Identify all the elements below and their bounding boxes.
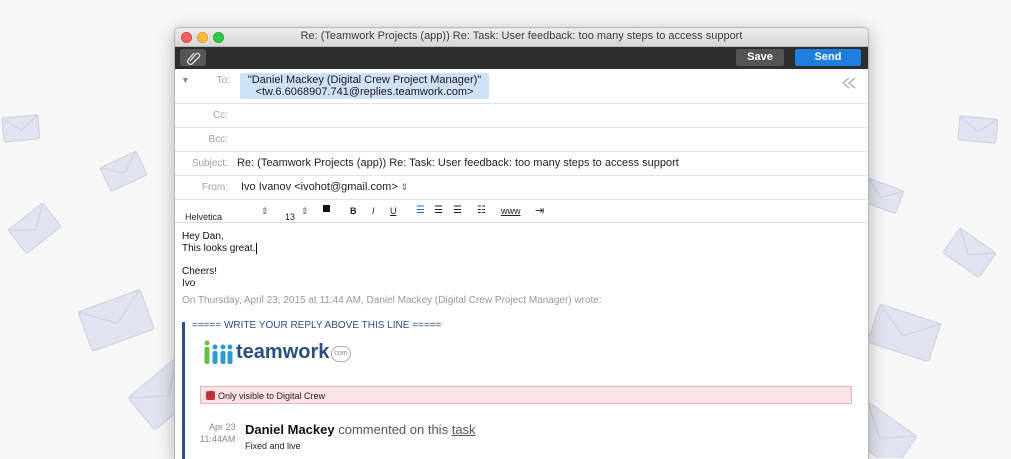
bold-button[interactable]: B <box>350 206 357 216</box>
reply-marker: ===== WRITE YOUR REPLY ABOVE THIS LINE =… <box>192 320 442 331</box>
message-line: Hey Dan, <box>182 231 224 242</box>
text-color-icon[interactable] <box>323 205 330 212</box>
size-value: 13 <box>285 212 296 222</box>
message-line: This looks great. <box>182 243 258 254</box>
text-cursor <box>256 243 258 254</box>
notice-text: Only visible to Digital Crew <box>218 391 326 401</box>
comment-action: commented on this <box>338 422 449 437</box>
from-row: From: Ivo Ivanov <ivohot@gmail.com> ⇕ <box>175 176 868 200</box>
stepper-icon: ⇕ <box>400 182 409 192</box>
teamwork-people-icon <box>204 340 233 364</box>
save-button[interactable]: Save <box>736 49 784 66</box>
quote-bar <box>182 322 185 459</box>
align-right-icon[interactable]: ☰ <box>453 205 462 216</box>
message-line: Ivo <box>182 278 196 289</box>
message-line: Cheers! <box>182 266 218 277</box>
title-bar: Re: (Teamwork Projects (app)) Re: Task: … <box>175 28 868 47</box>
to-row: ▼ To: "Daniel Mackey (Digital Crew Proje… <box>175 69 868 104</box>
private-notice: Only visible to Digital Crew <box>200 386 852 404</box>
font-name: Helvetica <box>185 212 223 222</box>
from-label: From: <box>201 182 228 193</box>
align-center-icon[interactable]: ☰ <box>434 205 443 216</box>
comment-text: Fixed and live <box>245 441 301 451</box>
reply-all-icon[interactable] <box>840 77 858 89</box>
bcc-label: Bcc: <box>208 134 228 145</box>
format-bar: Helvetica ⇕ 13 ⇕ B I U ☰ ☰ ☰ ☷ www ⇥ <box>175 200 868 223</box>
size-stepper-icon[interactable]: ⇕ <box>301 206 309 217</box>
from-select[interactable]: Ivo Ivanov <ivohot@gmail.com> ⇕ <box>241 181 408 193</box>
bullet-list-icon[interactable]: ☷ <box>477 205 486 216</box>
comment-date: Apr 23 <box>209 422 236 432</box>
window-title: Re: (Teamwork Projects (app)) Re: Task: … <box>300 30 743 42</box>
lock-icon <box>206 391 215 400</box>
recipient-address: <tw.6.6068907.741@replies.teamwork.com> <box>255 86 474 98</box>
subject-field[interactable]: Re: (Teamwork Projects (app)) Re: Task: … <box>237 157 679 169</box>
underline-button[interactable]: U <box>390 206 397 216</box>
to-label: To: <box>216 75 230 86</box>
italic-button[interactable]: I <box>372 206 375 216</box>
compose-window: Re: (Teamwork Projects (app)) Re: Task: … <box>174 27 869 459</box>
send-button[interactable]: Send <box>795 49 861 66</box>
subject-label: Subject: <box>191 158 228 169</box>
to-recipient[interactable]: "Daniel Mackey (Digital Crew Project Man… <box>240 73 489 99</box>
subject-row[interactable]: Subject: Re: (Teamwork Projects (app)) R… <box>175 152 868 176</box>
bcc-row[interactable]: Bcc: <box>175 128 868 152</box>
logo-wordmark: teamwork <box>236 341 330 363</box>
from-value: Ivo Ivanov <ivohot@gmail.com> <box>241 181 398 193</box>
align-left-icon[interactable]: ☰ <box>416 205 425 216</box>
task-link[interactable]: task <box>452 422 476 437</box>
quote-attribution: On Thursday, April 23, 2015 at 11:44 AM,… <box>182 295 602 306</box>
comment-time: 11:44AM <box>200 434 236 444</box>
logo-badge: com <box>331 346 351 362</box>
collapse-triangle-icon[interactable]: ▼ <box>181 75 190 85</box>
font-stepper-icon[interactable]: ⇕ <box>261 206 269 217</box>
cc-label: Cc: <box>213 110 228 121</box>
indent-icon[interactable]: ⇥ <box>535 204 544 217</box>
comment-header: Daniel Mackey commented on this task <box>245 422 476 437</box>
toolbar: Save Send <box>175 47 868 69</box>
recipient-name: "Daniel Mackey (Digital Crew Project Man… <box>247 74 482 86</box>
paperclip-icon <box>187 52 201 65</box>
attachment-button[interactable] <box>180 49 206 66</box>
link-button[interactable]: www <box>501 206 521 216</box>
cc-row[interactable]: Cc: <box>175 104 868 128</box>
comment-author: Daniel Mackey <box>245 422 335 437</box>
